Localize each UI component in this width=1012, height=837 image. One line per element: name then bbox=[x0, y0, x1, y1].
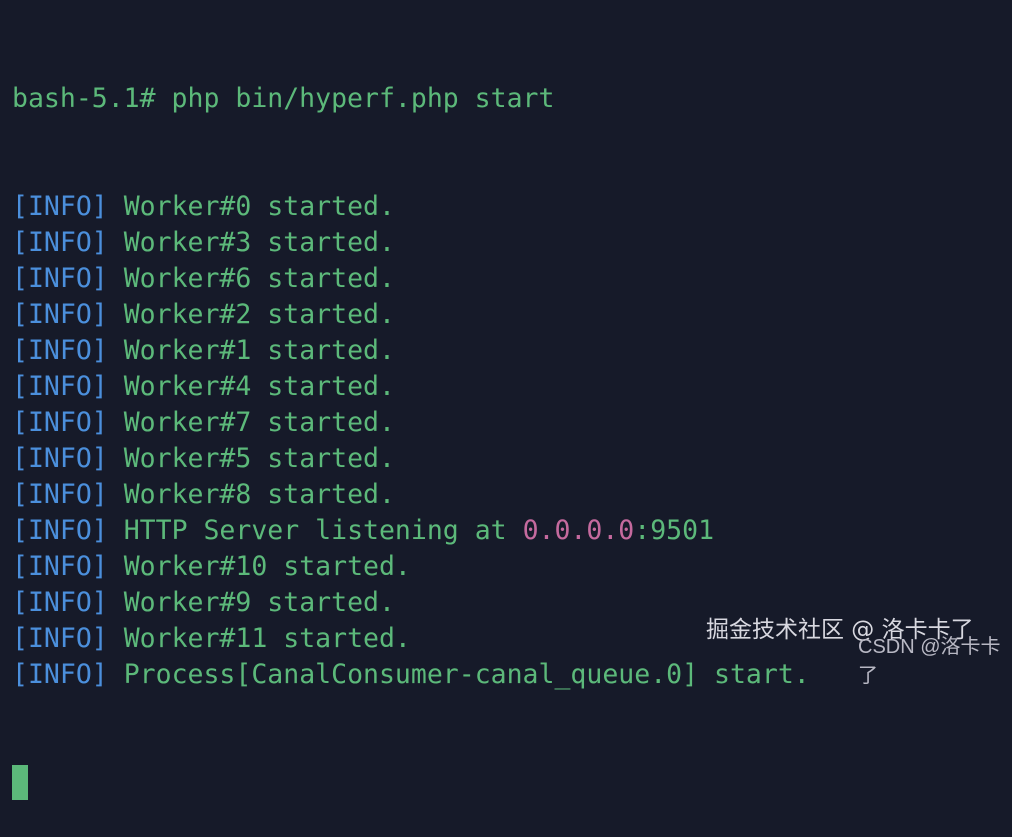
log-line: [INFO] Worker#11 started. bbox=[12, 621, 810, 657]
info-tag: [INFO] bbox=[12, 227, 108, 258]
log-line: [INFO] Worker#7 started. bbox=[12, 405, 810, 441]
port: :9501 bbox=[634, 515, 715, 546]
log-line: [INFO] Worker#8 started. bbox=[12, 477, 810, 513]
log-message: HTTP Server listening at bbox=[123, 515, 523, 546]
log-message: Worker#3 started. bbox=[123, 227, 395, 258]
log-message: Worker#9 started. bbox=[123, 587, 395, 618]
log-line: [INFO] Worker#0 started. bbox=[12, 189, 810, 225]
info-tag: [INFO] bbox=[12, 659, 108, 690]
prompt-line: bash-5.1# php bin/hyperf.php start bbox=[12, 83, 555, 114]
log-message: Worker#5 started. bbox=[123, 443, 395, 474]
info-tag: [INFO] bbox=[12, 263, 108, 294]
info-tag: [INFO] bbox=[12, 623, 108, 654]
log-message: Worker#0 started. bbox=[123, 191, 395, 222]
log-message: Worker#1 started. bbox=[123, 335, 395, 366]
log-message: Worker#11 started. bbox=[123, 623, 411, 654]
log-line: [INFO] Worker#10 started. bbox=[12, 549, 810, 585]
ip-address: 0.0.0.0 bbox=[522, 515, 635, 546]
log-message: Worker#4 started. bbox=[123, 371, 395, 402]
log-message: Worker#8 started. bbox=[123, 479, 395, 510]
info-tag: [INFO] bbox=[12, 479, 108, 510]
log-line: [INFO] Worker#9 started. bbox=[12, 585, 810, 621]
log-message: Process[CanalConsumer-canal_queue.0] sta… bbox=[123, 659, 810, 690]
log-message: Worker#6 started. bbox=[123, 263, 395, 294]
csdn-watermark: CSDN @洛卡卡了 bbox=[858, 636, 1001, 687]
info-tag: [INFO] bbox=[12, 335, 108, 366]
info-tag: [INFO] bbox=[12, 371, 108, 402]
log-line: [INFO] Worker#3 started. bbox=[12, 225, 810, 261]
log-line: [INFO] HTTP Server listening at 0.0.0.0:… bbox=[12, 513, 810, 549]
terminal-cursor bbox=[12, 765, 28, 800]
log-message: Worker#10 started. bbox=[123, 551, 411, 582]
log-line: [INFO] Worker#2 started. bbox=[12, 297, 810, 333]
info-tag: [INFO] bbox=[12, 515, 108, 546]
log-line: [INFO] Worker#1 started. bbox=[12, 333, 810, 369]
info-tag: [INFO] bbox=[12, 587, 108, 618]
log-line: [INFO] Process[CanalConsumer-canal_queue… bbox=[12, 657, 810, 693]
log-line: [INFO] Worker#5 started. bbox=[12, 441, 810, 477]
info-tag: [INFO] bbox=[12, 191, 108, 222]
info-tag: [INFO] bbox=[12, 407, 108, 438]
log-line: [INFO] Worker#4 started. bbox=[12, 369, 810, 405]
log-message: Worker#7 started. bbox=[123, 407, 395, 438]
info-tag: [INFO] bbox=[12, 443, 108, 474]
log-line: [INFO] Worker#6 started. bbox=[12, 261, 810, 297]
info-tag: [INFO] bbox=[12, 551, 108, 582]
info-tag: [INFO] bbox=[12, 299, 108, 330]
terminal-output[interactable]: bash-5.1# php bin/hyperf.php start [INFO… bbox=[12, 9, 810, 837]
log-message: Worker#2 started. bbox=[123, 299, 395, 330]
